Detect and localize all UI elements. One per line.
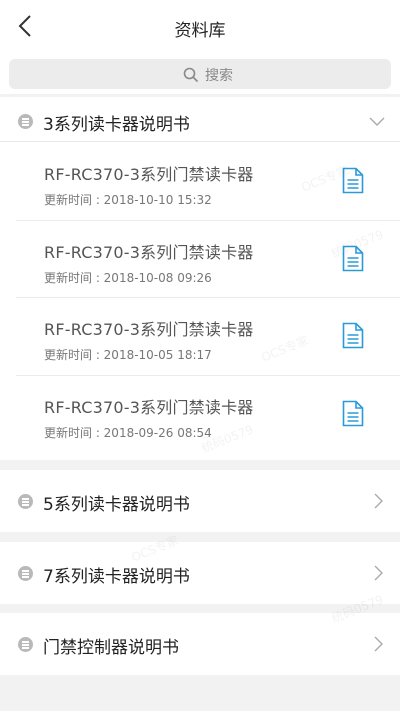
top-bar: 资料库: [0, 0, 400, 54]
section-label: 5系列读卡器说明书: [43, 495, 190, 515]
list-bullet-icon: [18, 494, 33, 509]
section-label: 3系列读卡器说明书: [43, 115, 190, 135]
document-item[interactable]: RF-RC370-3系列门禁读卡器 更新时间 : 2018-09-26 08:5…: [0, 374, 400, 453]
document-file-icon[interactable]: [342, 245, 364, 272]
section-3-series: 3系列读卡器说明书 RF-RC370-3系列门禁读卡器 更新时间 : 2018-…: [0, 97, 400, 460]
document-updated-time: 更新时间 : 2018-10-08 09:26: [44, 270, 212, 285]
chevron-right-icon[interactable]: [370, 565, 386, 581]
section-door-controller[interactable]: 门禁控制器说明书: [0, 613, 400, 675]
document-item[interactable]: RF-RC370-3系列门禁读卡器 更新时间 : 2018-10-08 09:2…: [0, 219, 400, 298]
document-title: RF-RC370-3系列门禁读卡器: [44, 397, 254, 417]
chevron-right-icon[interactable]: [370, 493, 386, 509]
document-item[interactable]: RF-RC370-3系列门禁读卡器 更新时间 : 2018-10-05 18:1…: [0, 297, 400, 375]
section-label: 7系列读卡器说明书: [43, 567, 190, 587]
list-bullet-icon: [18, 566, 33, 581]
section-5-series[interactable]: 5系列读卡器说明书: [0, 470, 400, 532]
document-file-icon[interactable]: [342, 167, 364, 194]
document-title: RF-RC370-3系列门禁读卡器: [44, 320, 254, 339]
section-label: 门禁控制器说明书: [43, 638, 179, 658]
document-title: RF-RC370-3系列门禁读卡器: [44, 165, 254, 184]
section-7-series[interactable]: 7系列读卡器说明书: [0, 542, 400, 604]
chevron-right-icon[interactable]: [370, 636, 386, 652]
document-title: RF-RC370-3系列门禁读卡器: [44, 242, 254, 262]
document-list: RF-RC370-3系列门禁读卡器 更新时间 : 2018-10-10 15:3…: [0, 141, 400, 452]
document-item[interactable]: RF-RC370-3系列门禁读卡器 更新时间 : 2018-10-10 15:3…: [0, 142, 400, 220]
list-bullet-icon: [18, 114, 33, 129]
page-title: 资料库: [174, 21, 226, 41]
document-updated-time: 更新时间 : 2018-10-10 15:32: [44, 193, 212, 207]
document-updated-time: 更新时间 : 2018-10-05 18:17: [44, 348, 212, 362]
list-bullet-icon: [18, 637, 33, 652]
search-input[interactable]: 搜索: [9, 59, 391, 89]
search-placeholder: 搜索: [205, 68, 233, 84]
chevron-down-icon[interactable]: [369, 113, 385, 129]
search-bar-container: 搜索: [0, 54, 400, 94]
document-file-icon[interactable]: [342, 400, 364, 427]
search-icon: [183, 67, 199, 83]
document-file-icon[interactable]: [342, 322, 364, 349]
document-updated-time: 更新时间 : 2018-09-26 08:54: [44, 425, 212, 440]
